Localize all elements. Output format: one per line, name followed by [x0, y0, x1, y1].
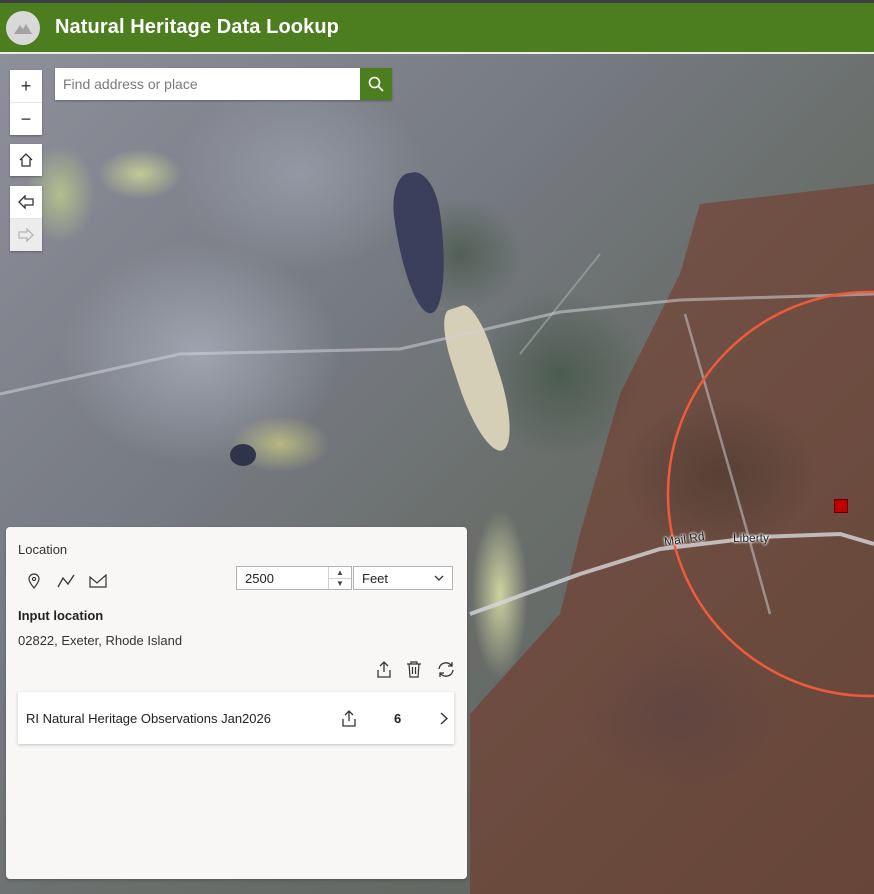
next-extent-button[interactable]: [10, 218, 42, 251]
observation-marker[interactable]: [834, 499, 848, 513]
result-export-button[interactable]: [338, 707, 360, 729]
buffer-circle: [666, 290, 874, 698]
home-control: [10, 144, 42, 176]
chevron-right-icon: [440, 711, 448, 725]
refresh-icon: [438, 661, 454, 677]
result-layer-card[interactable]: RI Natural Heritage Observations Jan2026…: [18, 692, 454, 744]
increment-icon[interactable]: ▲: [329, 567, 351, 578]
home-button[interactable]: [10, 144, 42, 176]
unit-select[interactable]: Feet: [353, 566, 453, 590]
previous-extent-button[interactable]: [10, 186, 42, 218]
polygon-icon: [89, 574, 107, 588]
navigation-controls: [10, 186, 42, 251]
export-icon: [342, 709, 356, 727]
refresh-button[interactable]: [435, 658, 457, 680]
search-icon: [368, 76, 384, 92]
mountain-icon: [6, 10, 40, 45]
panel-title: Location: [18, 542, 68, 557]
app-title: Natural Heritage Data Lookup: [55, 16, 339, 38]
zoom-in-button[interactable]: +: [10, 70, 42, 102]
search-widget: [55, 68, 392, 100]
input-location-value: 02822, Exeter, Rhode Island: [18, 633, 183, 648]
point-tool-button[interactable]: [23, 570, 45, 592]
polyline-tool-button[interactable]: [55, 570, 77, 592]
point-icon: [28, 573, 40, 589]
chevron-down-icon: [434, 575, 444, 581]
arrow-left-icon: [18, 195, 34, 209]
decrement-icon[interactable]: ▼: [329, 577, 351, 590]
unit-value: Feet: [362, 570, 389, 586]
polygon-tool-button[interactable]: [87, 570, 109, 592]
clear-button[interactable]: [403, 658, 425, 680]
distance-stepper[interactable]: ▲ ▼: [328, 567, 351, 589]
trash-icon: [407, 660, 421, 678]
input-location-label: Input location: [18, 608, 104, 623]
export-button[interactable]: [373, 658, 395, 680]
home-icon: [19, 153, 33, 167]
app-header: Natural Heritage Data Lookup: [0, 3, 874, 54]
result-open-button[interactable]: [436, 708, 452, 728]
place-label: Liberty: [733, 531, 770, 545]
lookup-panel: Location 2500 ▲ ▼ Feet Input location 02…: [6, 527, 467, 879]
polyline-icon: [57, 574, 75, 588]
search-input[interactable]: [55, 68, 360, 100]
distance-value[interactable]: 2500: [237, 571, 328, 586]
export-icon: [377, 660, 391, 678]
arrow-right-icon: [18, 228, 34, 242]
result-layer-name: RI Natural Heritage Observations Jan2026: [26, 710, 271, 726]
distance-input[interactable]: 2500 ▲ ▼: [236, 566, 352, 590]
zoom-controls: + −: [10, 70, 42, 135]
search-button[interactable]: [360, 68, 392, 100]
result-count: 6: [394, 710, 402, 726]
zoom-out-button[interactable]: −: [10, 102, 42, 135]
